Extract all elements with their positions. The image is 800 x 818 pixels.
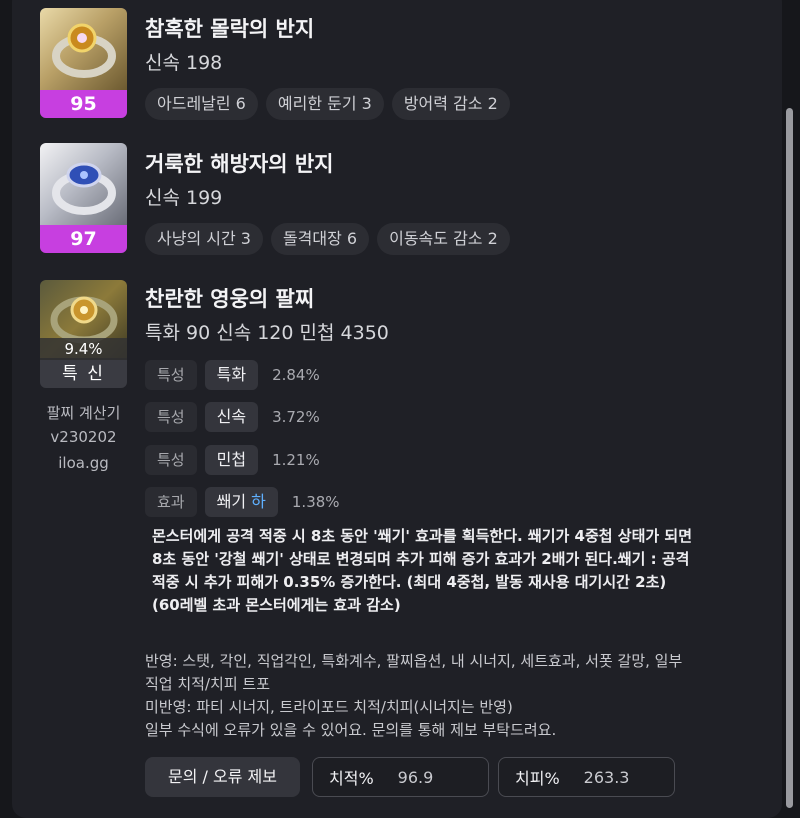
engraving-chip: 방어력 감소 2 [391,88,510,120]
item-name: 참혹한 몰락의 반지 [145,17,315,41]
crit-damage-value: 263.3 [583,767,630,787]
calculator-name: 팔찌 계산기 [46,404,121,422]
option-type-tag: 특성 [145,445,197,475]
crit-damage-field[interactable]: 치피% 263.3 [498,757,675,797]
ring-image [40,8,127,90]
description-line: 몬스터에게 공격 적중 시 8초 동안 '쐐기' 효과를 획득한다. 쐐기가 4… [152,527,693,545]
ring-icon [52,162,116,215]
note-line: 미반영: 파티 시너지, 트라이포드 치적/치피(시너지는 반영) [145,698,513,716]
effect-description: 몬스터에게 공격 적중 시 8초 동안 '쐐기' 효과를 획득한다. 쐐기가 4… [152,525,772,617]
engraving-list: 아드레날린 6 예리한 둔기 3 방어력 감소 2 [145,88,510,120]
option-value: 1.21% [272,451,320,469]
engraving-chip: 예리한 둔기 3 [265,88,384,120]
crit-damage-label: 치피% [515,769,560,788]
item-stat: 신속 199 [145,187,223,209]
calculator-version: v230202 [50,428,117,446]
option-name-tag: 신속 [204,402,259,432]
ring-thumbnail: 95 [40,8,127,118]
option-type-tag: 효과 [145,487,197,517]
note-line: 반영: 스탯, 각인, 직업각인, 특화계수, 팔찌옵션, 내 시너지, 세트효… [145,652,683,670]
note-line: 일부 수식에 오류가 있을 수 있어요. 문의를 통해 제보 부탁드려요. [145,721,557,739]
bracelet-option-row: 특성 특화 2.84% [145,360,320,390]
description-line: 8초 동안 '강철 쐐기' 상태로 변경되며 추가 피해 증가 효과가 2배가 … [152,550,690,568]
bracelet-percentile: 9.4% [40,338,127,360]
bracelet-option-row: 특성 민첩 1.21% [145,445,320,475]
option-value: 1.38% [291,493,340,511]
bracelet-option-row: 특성 신속 3.72% [145,402,320,432]
engraving-list: 사냥의 시간 3 돌격대장 6 이동속도 감소 2 [145,223,510,255]
description-line: (60레벨 초과 몬스터에게는 효과 감소) [152,596,401,614]
option-value: 2.84% [272,366,320,384]
bracelet-thumbnail[interactable]: 9.4% 특 신 [40,280,127,388]
option-type-tag: 특성 [145,402,197,432]
engraving-chip: 이동속도 감소 2 [377,223,510,255]
option-value: 3.72% [272,408,320,426]
item-name: 거룩한 해방자의 반지 [145,152,334,176]
engraving-chip: 돌격대장 6 [270,223,370,255]
option-name-tag: 특화 [204,360,259,390]
report-error-button[interactable]: 문의 / 오류 제보 [145,757,300,797]
effect-name: 쐐기 [216,492,247,511]
crit-rate-label: 치적% [329,769,374,788]
option-type-tag: 특성 [145,360,197,390]
crit-rate-value: 96.9 [397,767,434,787]
item-level-badge: 97 [40,225,127,253]
ring-thumbnail: 97 [40,143,127,253]
scrollbar[interactable] [786,108,793,808]
note-line: 직업 치적/치피 트포 [145,675,270,693]
effect-grade: 하 [251,492,266,511]
bracelet-tier: 특 신 [40,360,127,388]
crit-rate-field[interactable]: 치적% 96.9 [312,757,489,797]
ring-image [40,143,127,225]
bracelet-stats: 특화 90 신속 120 민첩 4350 [145,322,389,344]
engraving-chip: 아드레날린 6 [145,88,258,120]
engraving-chip: 사냥의 시간 3 [145,223,263,255]
item-stat: 신속 198 [145,52,223,74]
bracelet-effect-row: 효과 쐐기 하 1.38% [145,487,340,517]
description-line: 적중 시 추가 피해가 0.35% 증가한다. (최대 4중첩, 발동 재사용 … [152,573,667,591]
calculation-notes: 반영: 스탯, 각인, 직업각인, 특화계수, 팔찌옵션, 내 시너지, 세트효… [145,650,770,742]
bracelet-name: 찬란한 영웅의 팔찌 [145,287,315,311]
option-name-tag: 민첩 [204,445,259,475]
calculator-site: iloa.gg [58,454,109,472]
effect-name-tag: 쐐기 하 [204,487,278,517]
item-level-badge: 95 [40,90,127,118]
ring-icon [52,23,116,78]
